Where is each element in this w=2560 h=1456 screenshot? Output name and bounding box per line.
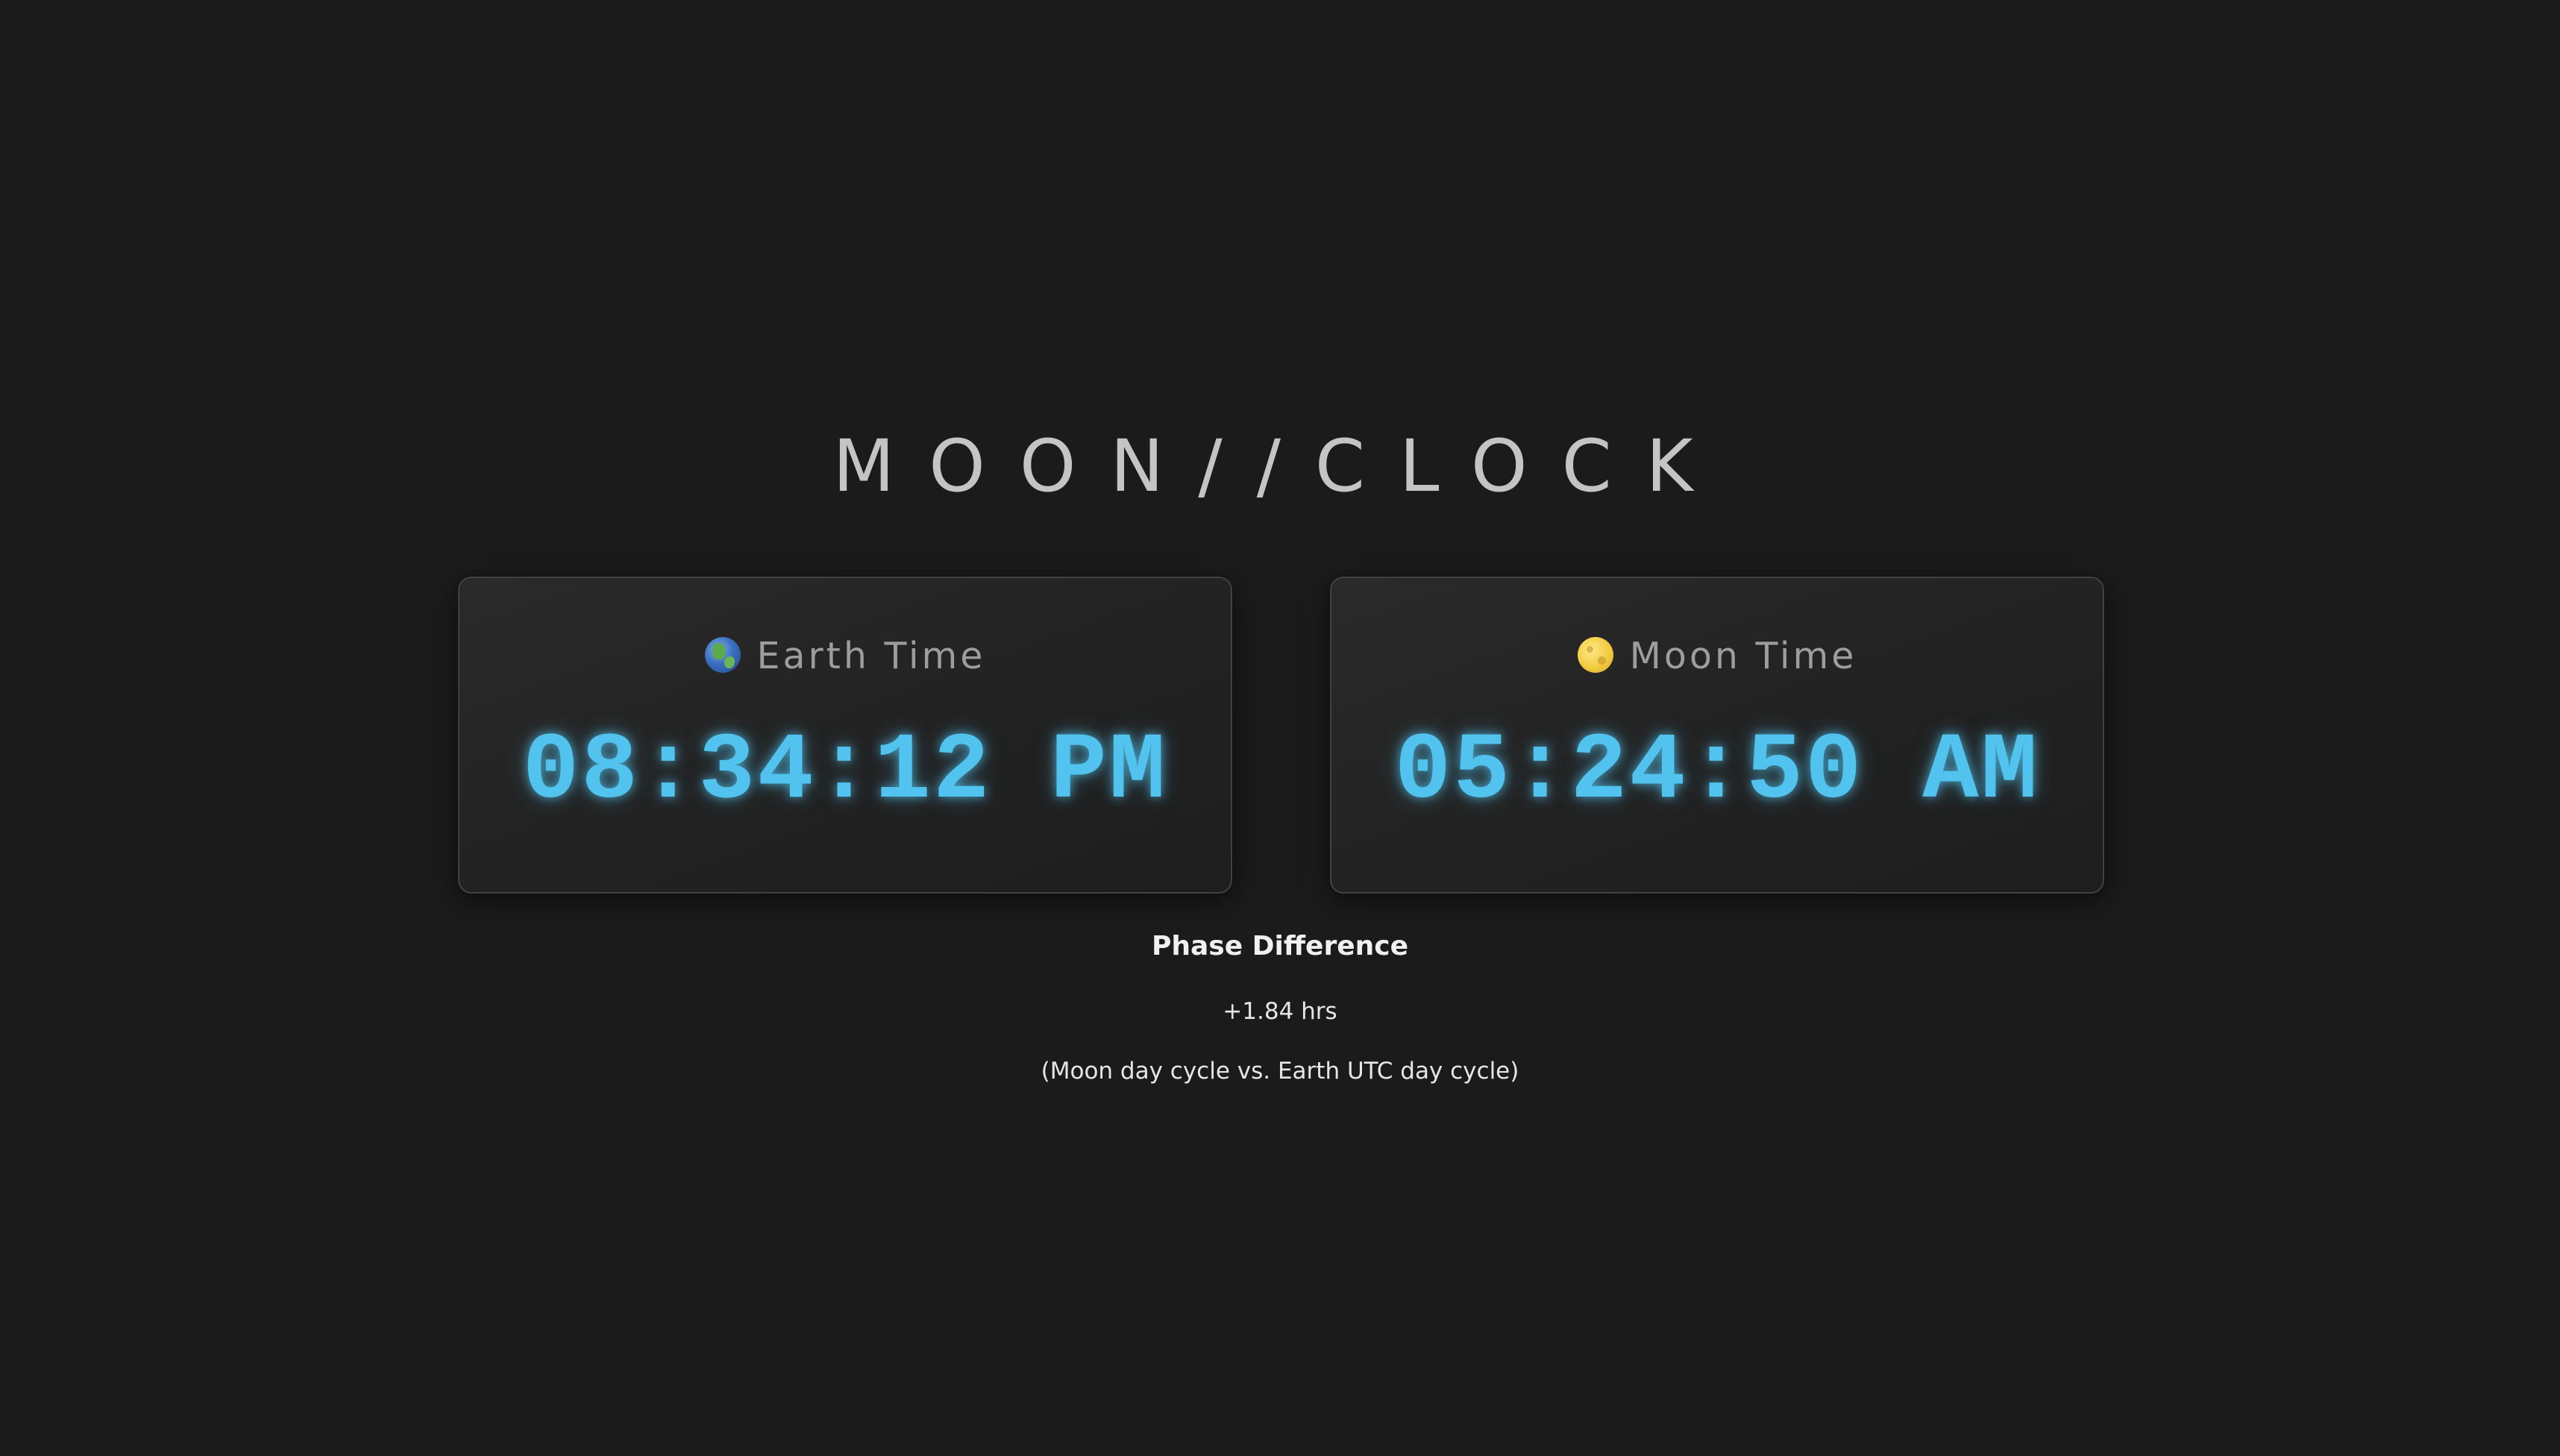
moon-time-heading: Moon Time [1331, 630, 2103, 682]
page-title: MOON//CLOCK [832, 424, 1728, 508]
moon-time-panel: Moon Time 05:24:50 AM [1330, 577, 2104, 894]
earth-time-heading: Earth Time [459, 630, 1231, 682]
phase-difference-value: +1.84 hrs [1223, 998, 1337, 1025]
globe-icon [704, 637, 741, 673]
earth-time-label: Earth Time [756, 635, 986, 677]
phase-difference-note: (Moon day cycle vs. Earth UTC day cycle) [1041, 1058, 1519, 1085]
earth-time-panel: Earth Time 08:34:12 PM [458, 577, 1232, 894]
moon-icon [1577, 637, 1613, 673]
earth-time-display: 08:34:12 PM [522, 718, 1168, 825]
moon-time-label: Moon Time [1629, 635, 1857, 677]
moon-time-display: 05:24:50 AM [1394, 718, 2040, 825]
phase-difference-heading: Phase Difference [1151, 931, 1409, 961]
